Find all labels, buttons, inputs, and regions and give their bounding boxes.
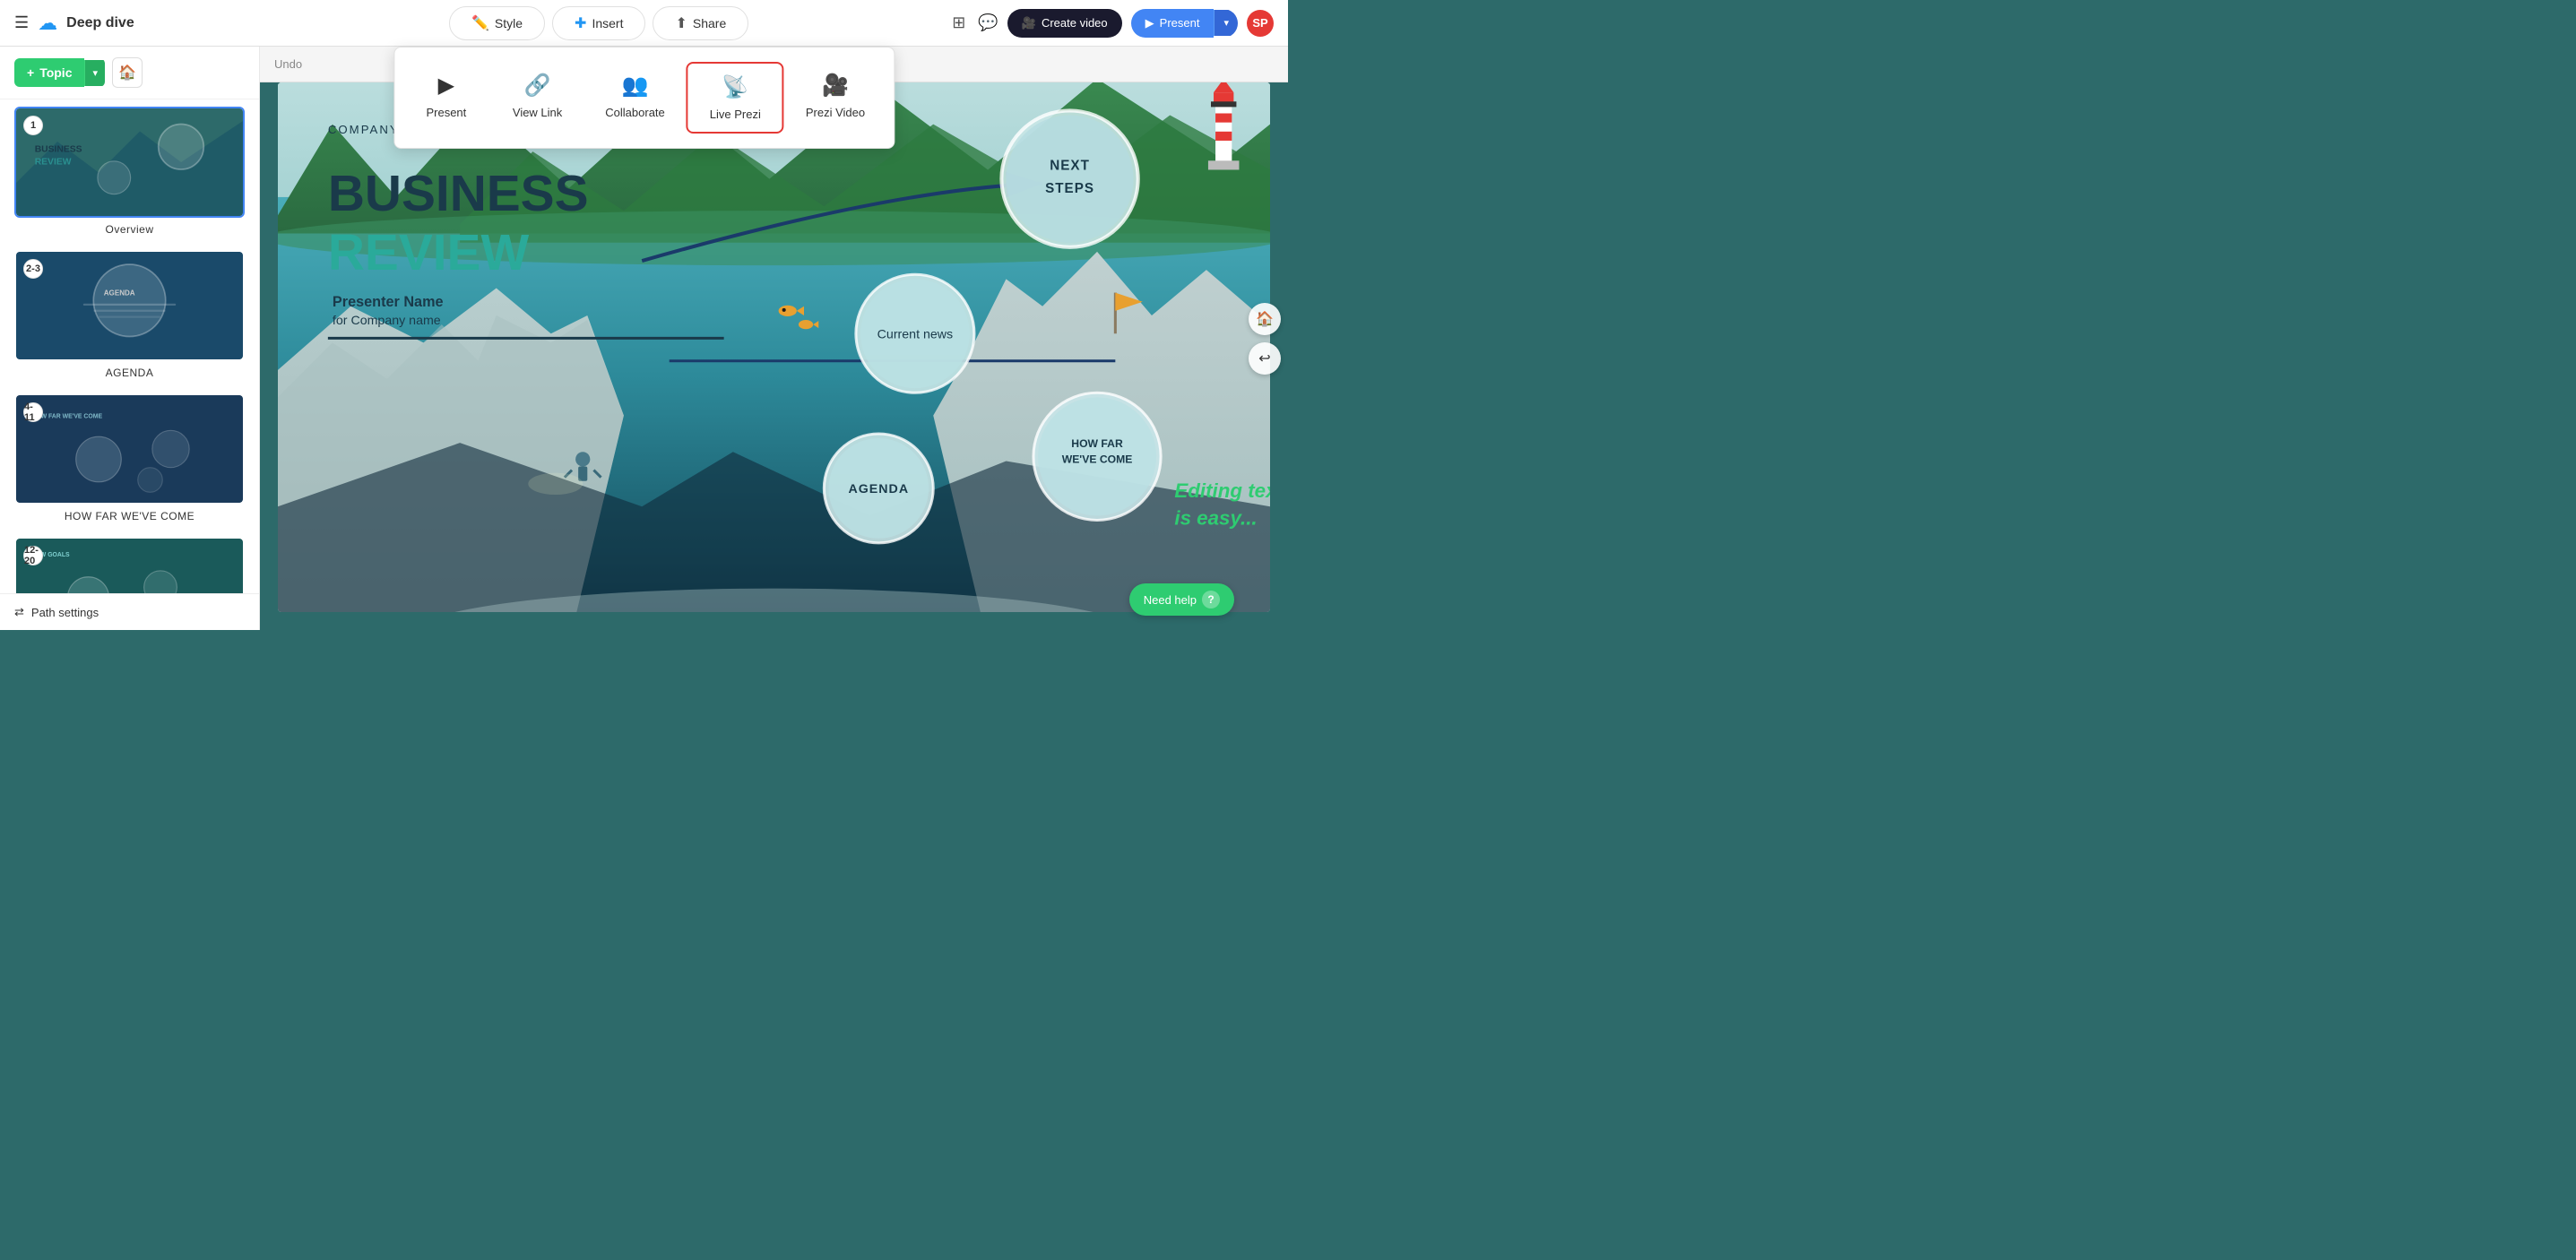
path-settings-label: Path settings xyxy=(31,606,99,619)
collaborate-icon: 👥 xyxy=(622,73,649,99)
create-video-button[interactable]: 🎥 Create video xyxy=(1007,9,1122,38)
play-icon: ▶ xyxy=(1145,16,1154,30)
need-help-button[interactable]: Need help ? xyxy=(1129,583,1234,616)
slide-label-overview: Overview xyxy=(14,223,245,236)
svg-text:HOW FAR: HOW FAR xyxy=(1071,437,1123,450)
live-prezi-icon: 📡 xyxy=(722,74,748,100)
style-icon: ✏️ xyxy=(471,14,489,32)
present-label: Present xyxy=(1160,16,1200,30)
need-help-label: Need help xyxy=(1144,593,1197,607)
user-avatar[interactable]: SP xyxy=(1247,10,1274,37)
video-camera-icon: 🎥 xyxy=(1022,16,1036,30)
slide-badge-23: 2-3 xyxy=(23,259,43,279)
share-icon: ⬆ xyxy=(675,14,687,32)
slide-thumb-wrap-agenda: 2-3 AGENDA xyxy=(14,250,245,361)
undo-label: Undo xyxy=(274,57,302,71)
topic-dropdown-arrow[interactable]: ▾ xyxy=(84,60,105,86)
help-icon: ? xyxy=(1202,591,1220,608)
slide-badge-1: 1 xyxy=(23,116,43,135)
insert-icon: ✚ xyxy=(575,14,586,32)
slide-badge-411: 4-11 xyxy=(23,402,43,422)
top-bar-icons: ⊞ 💬 xyxy=(952,13,998,32)
app-title: Deep dive xyxy=(66,15,134,31)
present-dropdown-arrow[interactable]: ▾ xyxy=(1214,10,1238,36)
slide-thumb-overview: 1 BUSINESS REVIEW xyxy=(16,108,243,216)
prezi-video-label: Prezi Video xyxy=(806,106,865,119)
home-button[interactable]: 🏠 xyxy=(112,57,143,88)
sidebar-bottom: ⇄ Path settings xyxy=(0,593,259,630)
slide-label-howfar: HOW FAR WE'VE COME xyxy=(14,510,245,522)
sidebar: + Topic ▾ 🏠 1 BUSINESS REVIEW xyxy=(0,47,260,630)
present-main-button[interactable]: ▶ Present xyxy=(1131,9,1215,38)
slide-thumb-howfar: 4-11 HOW FAR WE'VE COME xyxy=(16,395,243,503)
slide-badge-newgoals: 12-20 xyxy=(23,546,43,565)
collaborate-label: Collaborate xyxy=(605,106,665,119)
home-icon: 🏠 xyxy=(118,64,136,82)
view-link-icon: 🔗 xyxy=(524,73,551,99)
comment-icon[interactable]: 💬 xyxy=(978,13,998,32)
slide-thumb-wrap-howfar: 4-11 HOW FAR WE'VE COME xyxy=(14,393,245,505)
slide-item-howfar[interactable]: 4-11 HOW FAR WE'VE COME HOW FAR WE'VE CO… xyxy=(0,386,259,530)
cloud-icon: ☁ xyxy=(38,12,57,35)
share-label: Share xyxy=(693,16,726,30)
share-option-collaborate[interactable]: 👥 Collaborate xyxy=(583,62,687,134)
nav-home-icon: 🏠 xyxy=(1256,310,1274,328)
plus-icon: + xyxy=(27,65,34,80)
live-prezi-label: Live Prezi xyxy=(710,108,761,121)
share-tab[interactable]: ⬆ Share xyxy=(653,6,748,40)
svg-text:NEXT: NEXT xyxy=(1050,158,1090,173)
slide-thumb-wrap-overview: 1 BUSINESS REVIEW xyxy=(14,107,245,218)
topic-button-group: + Topic ▾ xyxy=(14,58,105,87)
topic-main-button[interactable]: + Topic xyxy=(14,58,84,87)
share-dropdown: ▶ Present 🔗 View Link 👥 Collaborate 📡 Li… xyxy=(393,47,895,149)
svg-text:BUSINESS: BUSINESS xyxy=(328,166,589,222)
topic-label: Topic xyxy=(39,65,72,80)
top-bar: ☰ ☁ Deep dive ✏️ Style ✚ Insert ⬆ Share … xyxy=(0,0,1288,47)
nav-back-button[interactable]: ↩ xyxy=(1249,342,1281,375)
prezi-canvas: COMPANY LOGO BUSINESS REVIEW Presenter N… xyxy=(278,82,1270,612)
present-button-group: ▶ Present ▾ xyxy=(1131,9,1238,38)
table-icon[interactable]: ⊞ xyxy=(952,13,965,32)
share-option-view-link[interactable]: 🔗 View Link xyxy=(491,62,583,134)
svg-text:for Company name: for Company name xyxy=(333,314,441,328)
sidebar-top-actions: + Topic ▾ 🏠 xyxy=(0,47,259,99)
svg-text:REVIEW: REVIEW xyxy=(35,157,72,167)
right-nav: 🏠 ↩ xyxy=(1241,296,1288,382)
top-bar-center: ✏️ Style ✚ Insert ⬆ Share xyxy=(260,6,938,40)
svg-text:REVIEW: REVIEW xyxy=(328,225,530,281)
presentation-area: COMPANY LOGO BUSINESS REVIEW Presenter N… xyxy=(278,82,1270,612)
nav-home-button[interactable]: 🏠 xyxy=(1249,303,1281,335)
slide-thumb-agenda: 2-3 AGENDA xyxy=(16,252,243,359)
insert-tab[interactable]: ✚ Insert xyxy=(552,6,645,40)
top-bar-left: ☰ ☁ Deep dive xyxy=(0,12,260,35)
svg-text:STEPS: STEPS xyxy=(1045,181,1094,196)
svg-text:AGENDA: AGENDA xyxy=(104,289,135,298)
share-option-present[interactable]: ▶ Present xyxy=(402,62,491,134)
svg-text:Presenter Name: Presenter Name xyxy=(333,294,444,310)
svg-text:is easy...: is easy... xyxy=(1174,507,1257,530)
slide-label-agenda: AGENDA xyxy=(14,367,245,379)
svg-text:WE'VE COME: WE'VE COME xyxy=(1062,453,1133,465)
style-tab[interactable]: ✏️ Style xyxy=(449,6,545,40)
slide-item-overview[interactable]: 1 BUSINESS REVIEW Overview xyxy=(0,99,259,243)
style-label: Style xyxy=(495,16,523,30)
path-settings-button[interactable]: ⇄ Path settings xyxy=(14,605,99,619)
slide-item-agenda[interactable]: 2-3 AGENDA AGENDA xyxy=(0,243,259,386)
view-link-label: View Link xyxy=(513,106,562,119)
svg-text:BUSINESS: BUSINESS xyxy=(35,145,82,155)
create-video-label: Create video xyxy=(1042,16,1108,30)
svg-text:Current news: Current news xyxy=(877,327,953,341)
present-dropdown-icon: ▶ xyxy=(438,73,454,99)
hamburger-icon[interactable]: ☰ xyxy=(14,13,29,32)
svg-text:AGENDA: AGENDA xyxy=(848,482,909,496)
nav-back-icon: ↩ xyxy=(1258,350,1270,367)
share-option-prezi-video[interactable]: 🎥 Prezi Video xyxy=(784,62,886,134)
present-dropdown-label: Present xyxy=(426,106,466,119)
path-settings-icon: ⇄ xyxy=(14,605,24,619)
svg-text:Editing text: Editing text xyxy=(1174,479,1270,502)
top-bar-right: ⊞ 💬 🎥 Create video ▶ Present ▾ SP xyxy=(938,9,1288,38)
insert-label: Insert xyxy=(592,16,623,30)
prezi-video-icon: 🎥 xyxy=(822,73,849,99)
share-option-live-prezi[interactable]: 📡 Live Prezi xyxy=(687,62,784,134)
